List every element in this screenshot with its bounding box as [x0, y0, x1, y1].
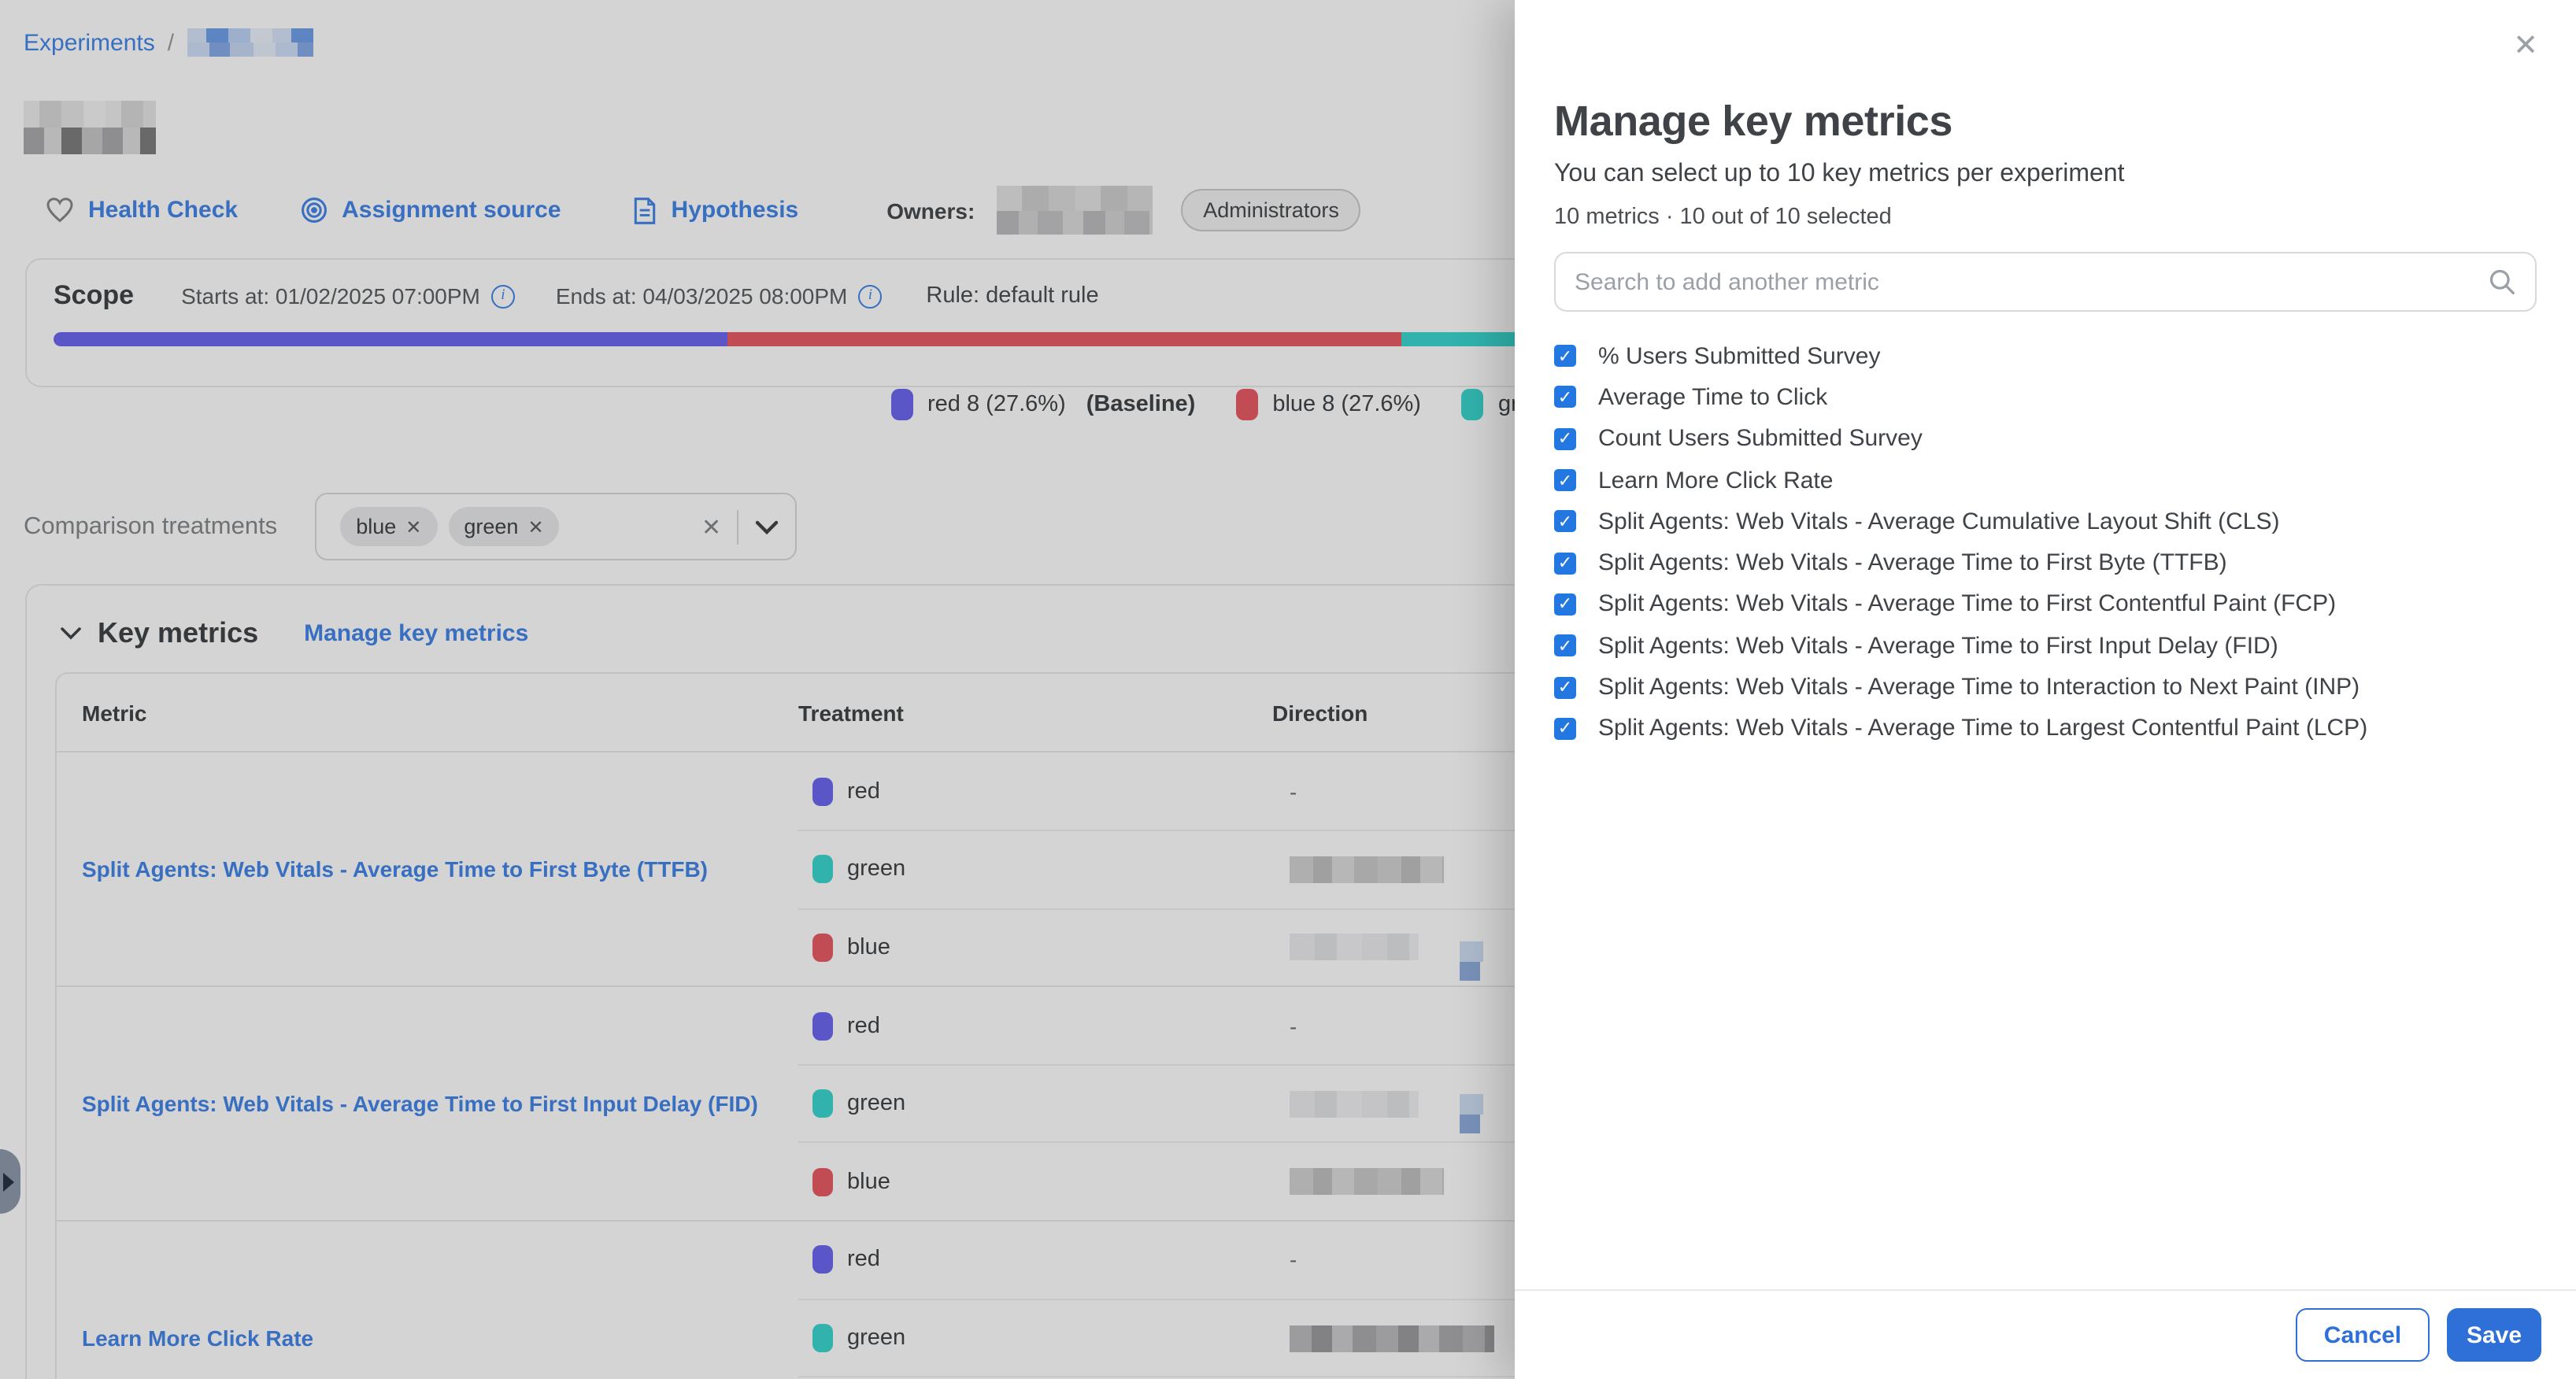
metric-option[interactable]: ✓Average Time to Click [1554, 377, 2537, 419]
checkbox-checked[interactable]: ✓ [1554, 511, 1576, 533]
metric-search [1554, 252, 2537, 312]
close-icon[interactable]: ✕ [2513, 31, 2538, 61]
checkbox-checked[interactable]: ✓ [1554, 593, 1576, 616]
checkbox-checked[interactable]: ✓ [1554, 718, 1576, 740]
metric-option[interactable]: ✓Split Agents: Web Vitals - Average Time… [1554, 708, 2537, 749]
metric-search-input[interactable] [1575, 268, 2488, 295]
checkbox-checked[interactable]: ✓ [1554, 345, 1576, 367]
checkbox-checked[interactable]: ✓ [1554, 386, 1576, 409]
checkbox-checked[interactable]: ✓ [1554, 634, 1576, 656]
metric-option[interactable]: ✓Split Agents: Web Vitals - Average Time… [1554, 625, 2537, 667]
modal-footer: Cancel Save [1515, 1289, 2576, 1379]
manage-key-metrics-modal: ✕ Manage key metrics You can select up t… [1515, 0, 2576, 1379]
metric-option[interactable]: ✓Count Users Submitted Survey [1554, 418, 2537, 460]
checkbox-checked[interactable]: ✓ [1554, 552, 1576, 574]
checkbox-checked[interactable]: ✓ [1554, 427, 1576, 449]
cancel-button[interactable]: Cancel [2296, 1308, 2430, 1362]
checkbox-checked[interactable]: ✓ [1554, 676, 1576, 698]
metric-option[interactable]: ✓Split Agents: Web Vitals - Average Cumu… [1554, 501, 2537, 542]
metric-option[interactable]: ✓Split Agents: Web Vitals - Average Time… [1554, 584, 2537, 626]
search-icon [2488, 268, 2516, 296]
metric-option[interactable]: ✓Learn More Click Rate [1554, 460, 2537, 501]
metric-option[interactable]: ✓% Users Submitted Survey [1554, 335, 2537, 377]
modal-title: Manage key metrics [1554, 98, 2537, 146]
modal-subtitle: You can select up to 10 key metrics per … [1554, 161, 2537, 189]
checkbox-checked[interactable]: ✓ [1554, 469, 1576, 491]
save-button[interactable]: Save [2447, 1308, 2541, 1362]
metric-option[interactable]: ✓Split Agents: Web Vitals - Average Time… [1554, 542, 2537, 584]
metric-count-status: 10 metrics · 10 out of 10 selected [1554, 205, 2537, 230]
screen: Experiments / Health Check Assignment so… [0, 0, 2576, 1379]
metric-checkbox-list: ✓% Users Submitted Survey ✓Average Time … [1554, 335, 2537, 749]
metric-option[interactable]: ✓Split Agents: Web Vitals - Average Time… [1554, 667, 2537, 708]
